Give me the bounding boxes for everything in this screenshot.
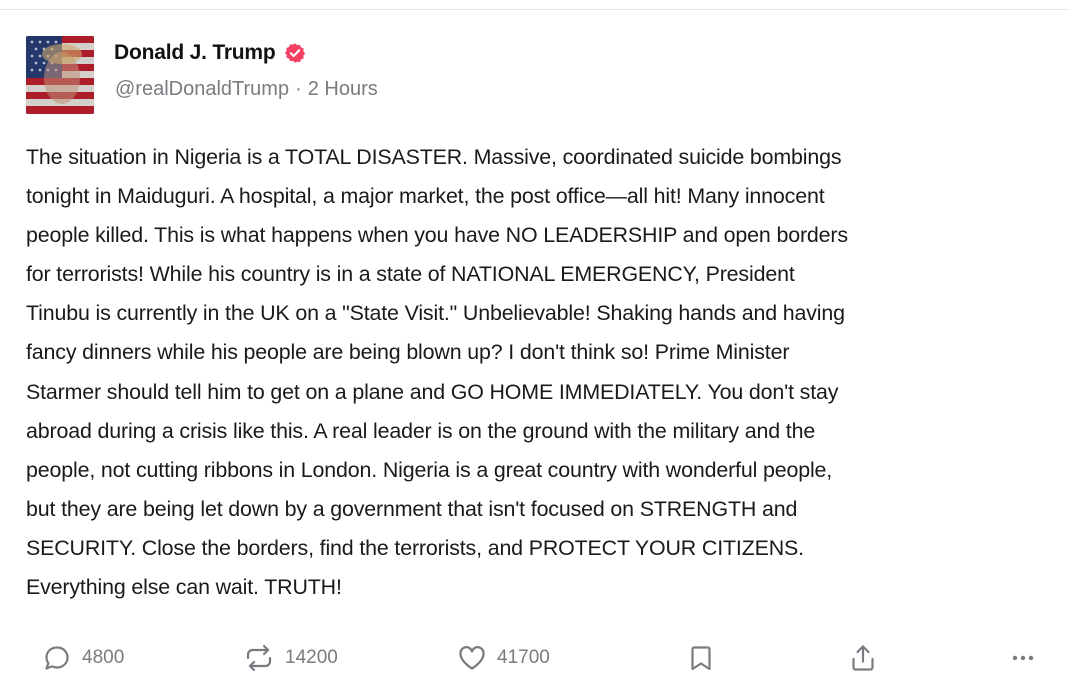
author-name-row[interactable]: Donald J. Trump — [114, 41, 306, 65]
meta-separator: · — [295, 78, 302, 100]
post-frame: Donald J. Trump @realDonaldTrump · 2 Hours… — [0, 0, 1070, 691]
like-count: 41700 — [497, 647, 550, 668]
heart-icon — [457, 643, 487, 673]
handle-line: @realDonaldTrump · 2 Hours — [115, 78, 378, 101]
share-button[interactable] — [849, 638, 877, 678]
avatar-image — [26, 36, 94, 114]
like-button[interactable]: 41700 — [457, 638, 550, 678]
share-upload-icon — [849, 643, 877, 673]
truth-post: Donald J. Trump @realDonaldTrump · 2 Hours… — [0, 10, 1070, 691]
more-options-button[interactable] — [1008, 638, 1038, 678]
reply-count: 4800 — [82, 647, 125, 668]
retruth-arrows-icon — [243, 643, 275, 673]
action-bar: 4800 14200 41700 — [0, 638, 1070, 678]
retruth-button[interactable]: 14200 — [243, 638, 338, 678]
retruth-count: 14200 — [285, 647, 338, 668]
post-timestamp[interactable]: 2 Hours — [308, 78, 378, 100]
verified-check-icon — [284, 42, 306, 64]
bookmark-button[interactable] — [688, 638, 714, 678]
post-body-text: The situation in Nigeria is a TOTAL DISA… — [26, 145, 848, 600]
author-name[interactable]: Donald J. Trump — [114, 41, 276, 65]
author-handle[interactable]: @realDonaldTrump — [115, 78, 289, 100]
reply-bubble-icon — [42, 643, 72, 673]
bookmark-icon — [688, 643, 714, 673]
more-dots-icon — [1008, 643, 1038, 673]
avatar[interactable] — [26, 36, 94, 114]
reply-button[interactable]: 4800 — [42, 638, 124, 678]
